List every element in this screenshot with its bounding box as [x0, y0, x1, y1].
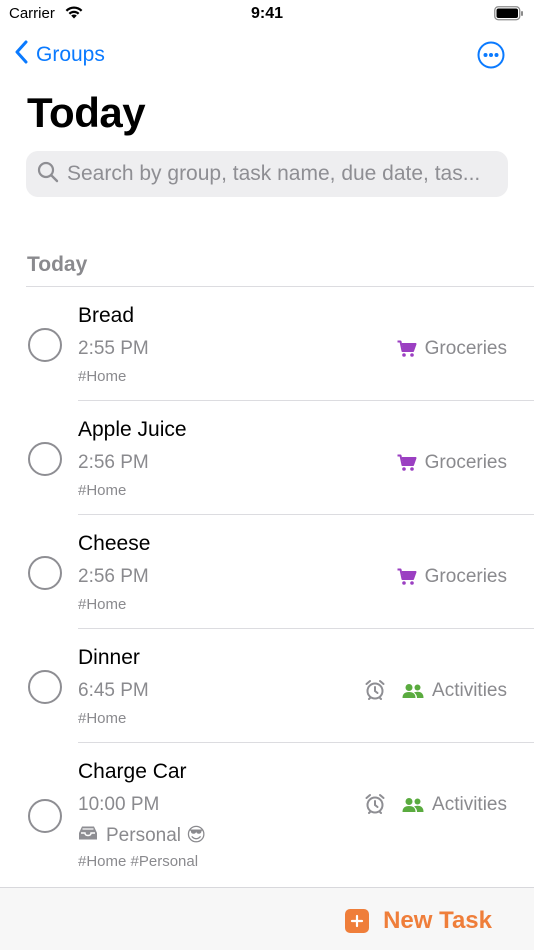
alarm-clock-icon: [364, 679, 386, 701]
task-tags: #Home #Personal: [78, 853, 199, 870]
cart-icon: [397, 454, 417, 472]
page-title: Today: [27, 89, 146, 136]
cart-icon: [397, 340, 417, 358]
status-time: 9:41: [250, 5, 284, 22]
back-button-label: Groups: [36, 43, 105, 66]
chevron-left-icon: [14, 40, 36, 70]
task-checkbox[interactable]: [28, 670, 62, 704]
more-options-button[interactable]: [477, 41, 505, 69]
alarm-clock-icon: [364, 793, 386, 815]
back-button[interactable]: Groups: [14, 40, 105, 70]
new-task-button[interactable]: New Task: [345, 907, 492, 935]
task-row[interactable]: Charge Car 10:00 PM Personal 😎 #Home #Pe…: [0, 743, 534, 886]
section-header: Today: [27, 253, 88, 276]
inbox-icon: [78, 825, 98, 847]
task-tags: #Home: [78, 596, 127, 613]
task-row[interactable]: Dinner 6:45 PM #Home Activities: [0, 629, 534, 743]
task-list-label: Personal 😎: [78, 824, 206, 847]
plus-square-icon: [345, 909, 370, 933]
task-checkbox[interactable]: [28, 799, 62, 833]
task-group-label: Groceries: [424, 566, 507, 587]
task-due-time: 2:56 PM: [78, 566, 149, 587]
task-tags: #Home: [78, 710, 127, 727]
task-group-label: Groceries: [424, 452, 507, 473]
task-group: Groceries: [397, 338, 507, 360]
task-checkbox[interactable]: [28, 328, 62, 362]
task-group-label: Groceries: [424, 338, 507, 359]
task-row[interactable]: Apple Juice 2:56 PM #Home Groceries: [0, 401, 534, 515]
task-group-label: Activities: [432, 794, 507, 815]
task-group: Activities: [402, 794, 507, 816]
task-name: Charge Car: [78, 760, 187, 783]
task-due-time: 10:00 PM: [78, 794, 160, 815]
task-due-time: 2:56 PM: [78, 452, 149, 473]
task-group-label: Activities: [432, 680, 507, 701]
bottom-toolbar: New Task: [0, 887, 534, 950]
task-name: Apple Juice: [78, 418, 187, 441]
task-tags: #Home: [78, 368, 127, 385]
task-list-name: Personal 😎: [106, 825, 207, 846]
cart-icon: [397, 568, 417, 586]
task-row[interactable]: Cheese 2:56 PM #Home Groceries: [0, 515, 534, 629]
task-checkbox[interactable]: [28, 442, 62, 476]
task-group: Groceries: [397, 452, 507, 474]
ellipsis-circle-icon: [477, 41, 505, 73]
task-tags: #Home: [78, 482, 127, 499]
people-icon: [402, 683, 424, 699]
task-group: Groceries: [397, 566, 507, 588]
new-task-label: New Task: [383, 907, 492, 934]
task-name: Cheese: [78, 532, 151, 555]
task-due-time: 6:45 PM: [78, 680, 149, 701]
people-icon: [402, 797, 424, 813]
search-icon: [37, 161, 59, 188]
task-due-time: 2:55 PM: [78, 338, 149, 359]
task-name: Dinner: [78, 646, 140, 669]
search-input[interactable]: [67, 162, 497, 186]
task-checkbox[interactable]: [28, 556, 62, 590]
search-bar[interactable]: [26, 151, 508, 197]
task-list: Bread 2:55 PM #Home Groceries Apple Juic…: [0, 287, 534, 886]
battery-icon: [494, 6, 524, 26]
task-group: Activities: [402, 680, 507, 702]
task-name: Bread: [78, 304, 135, 327]
status-bar: Carrier 9:41: [0, 0, 534, 30]
task-row[interactable]: Bread 2:55 PM #Home Groceries: [0, 287, 534, 401]
